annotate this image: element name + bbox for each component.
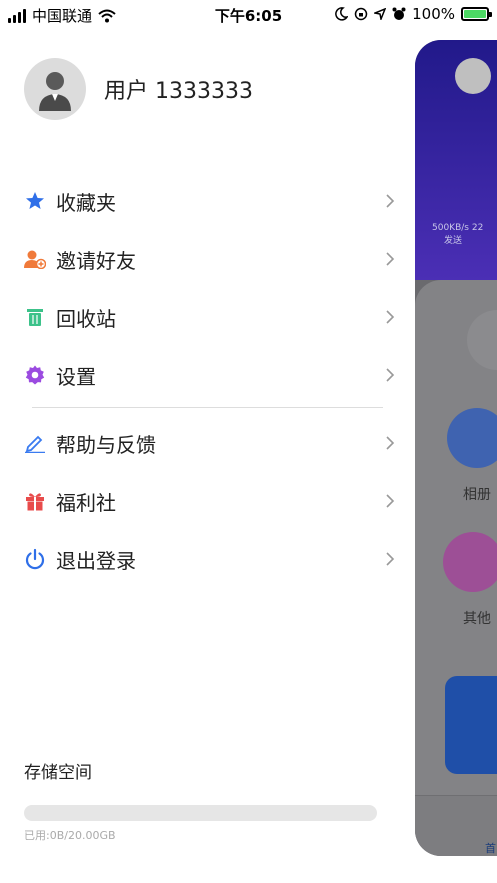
menu-item-recycle-bin[interactable]: 回收站 bbox=[0, 288, 415, 346]
storage-title: 存储空间 bbox=[24, 763, 92, 783]
menu-item-label: 退出登录 bbox=[56, 548, 136, 573]
menu-divider bbox=[32, 407, 383, 408]
storage-used-label: 已用:0B/20.00GB bbox=[24, 829, 116, 842]
username-label: 用户 1333333 bbox=[104, 79, 253, 104]
other-icon bbox=[443, 532, 497, 592]
chevron-right-icon bbox=[386, 252, 395, 266]
menu-item-invite[interactable]: 邀请好友 bbox=[0, 230, 415, 288]
background-app-panel[interactable]: 500KB/s 22 发送 相册 其他 首 bbox=[415, 40, 497, 856]
add-user-icon bbox=[24, 248, 46, 270]
profile-row[interactable]: 用户 1333333 bbox=[24, 58, 253, 120]
menu-item-welfare[interactable]: 福利社 bbox=[0, 472, 415, 530]
trash-icon bbox=[24, 306, 46, 328]
album-label: 相册 bbox=[463, 487, 491, 503]
home-tab-label: 首 bbox=[485, 842, 496, 855]
alarm-icon bbox=[392, 7, 406, 20]
location-icon bbox=[374, 8, 387, 20]
speed-readout: 500KB/s 22 发送 bbox=[432, 222, 483, 248]
chevron-right-icon bbox=[386, 436, 395, 450]
power-icon bbox=[24, 548, 46, 570]
menu-item-label: 帮助与反馈 bbox=[56, 432, 156, 457]
avatar[interactable] bbox=[24, 58, 86, 120]
menu-item-help[interactable]: 帮助与反馈 bbox=[0, 414, 415, 472]
chevron-right-icon bbox=[386, 194, 395, 208]
status-right: 100% bbox=[334, 5, 492, 23]
chevron-right-icon bbox=[386, 310, 395, 324]
background-banner bbox=[445, 676, 497, 774]
menu-item-label: 收藏夹 bbox=[56, 190, 116, 215]
moon-icon bbox=[335, 7, 349, 21]
orientation-lock-icon bbox=[354, 7, 368, 21]
chevron-right-icon bbox=[386, 368, 395, 382]
status-bar: 中国联通 下午6:05 100% bbox=[0, 0, 497, 30]
drawer-menu: 收藏夹 邀请好友 回收站 设置 帮助与反馈 福利社 退出登录 bbox=[0, 172, 415, 588]
edit-icon bbox=[24, 432, 46, 454]
speed-value-2: 22 bbox=[471, 223, 484, 233]
menu-item-label: 福利社 bbox=[56, 490, 116, 515]
side-drawer: 用户 1333333 收藏夹 邀请好友 回收站 设置 帮助与反馈 福利社 退出登… bbox=[0, 30, 415, 883]
chevron-right-icon bbox=[386, 552, 395, 566]
user-avatar-icon bbox=[39, 72, 71, 111]
gift-icon bbox=[24, 490, 46, 512]
menu-item-favorites[interactable]: 收藏夹 bbox=[0, 172, 415, 230]
battery-icon bbox=[461, 7, 492, 21]
menu-item-label: 回收站 bbox=[56, 306, 116, 331]
speed-label: 发送 bbox=[444, 236, 463, 246]
menu-item-settings[interactable]: 设置 bbox=[0, 346, 415, 404]
chevron-right-icon bbox=[386, 494, 395, 508]
menu-item-logout[interactable]: 退出登录 bbox=[0, 530, 415, 588]
speed-value: 500KB/s bbox=[432, 223, 469, 233]
battery-percent: 100% bbox=[412, 5, 455, 23]
other-label: 其他 bbox=[463, 611, 491, 627]
menu-item-label: 设置 bbox=[56, 364, 96, 389]
menu-item-label: 邀请好友 bbox=[56, 248, 136, 273]
star-icon bbox=[24, 190, 46, 212]
gear-icon bbox=[24, 364, 46, 386]
background-avatar bbox=[455, 58, 491, 94]
storage-progress-bar bbox=[24, 805, 377, 821]
